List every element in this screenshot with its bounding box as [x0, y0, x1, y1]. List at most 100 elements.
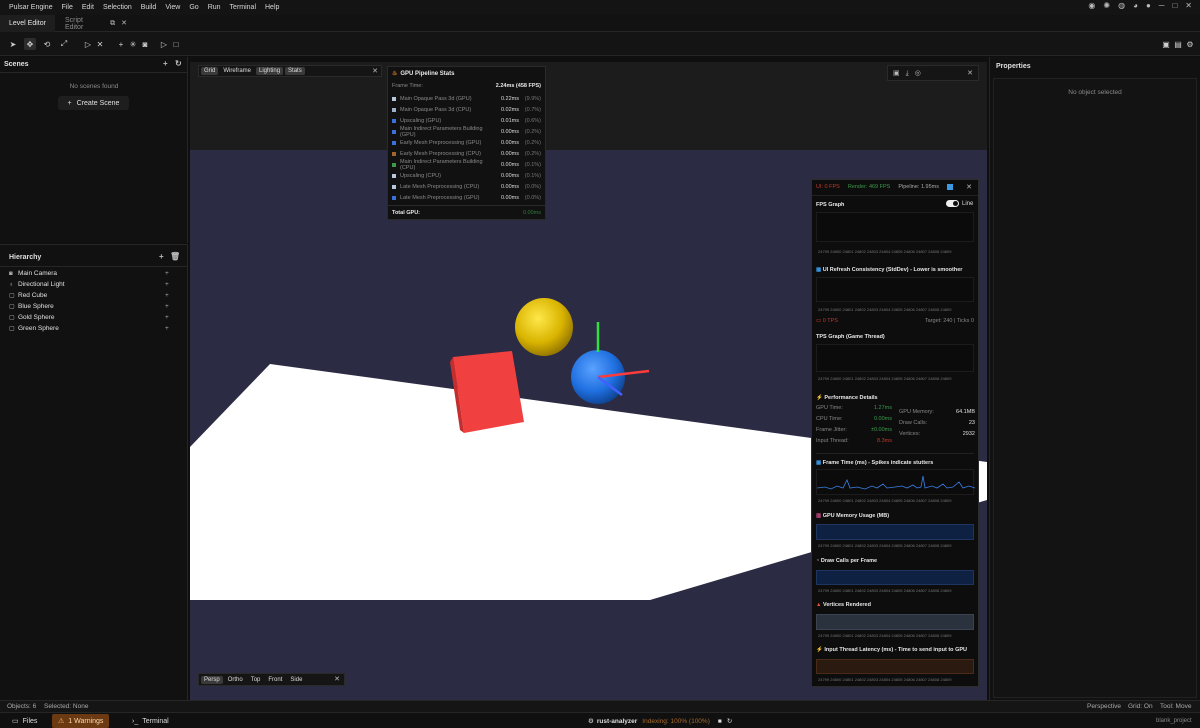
pin-icon[interactable] [947, 184, 954, 190]
scale-icon: ⤢ [60, 39, 68, 48]
add-child-icon[interactable]: + [165, 292, 169, 299]
record-icon[interactable]: ◎ [915, 70, 921, 77]
add-child-icon[interactable]: + [165, 303, 169, 310]
warnings-button[interactable]: ⚠ 1 Warnings [52, 714, 110, 728]
hierarchy-item-red-cube[interactable]: ▢ Red Cube + [9, 290, 169, 301]
refresh-icon[interactable]: ↻ [175, 60, 182, 68]
menu-run[interactable]: Run [208, 4, 221, 11]
add-child-icon[interactable]: + [165, 325, 169, 332]
github-icon[interactable]: ● [1146, 2, 1151, 10]
camera-button[interactable]: ◙ [139, 38, 151, 50]
menu-build[interactable]: Build [141, 4, 157, 11]
discord-icon[interactable]: ◕ [1133, 2, 1138, 10]
menu-selection[interactable]: Selection [103, 4, 132, 11]
folder-button[interactable]: ▤ [1172, 38, 1184, 50]
view-side[interactable]: Side [287, 676, 305, 684]
menu-help[interactable]: Help [265, 4, 279, 11]
toggle-stats[interactable]: Stats [285, 67, 305, 75]
image-icon[interactable]: ▣ [893, 70, 900, 77]
hierarchy-item-directional-light[interactable]: ♁ Directional Light + [9, 279, 169, 290]
menu-file[interactable]: File [62, 4, 73, 11]
settings-button[interactable]: ⚙ [1184, 38, 1196, 50]
delete-icon[interactable]: 🗑 [170, 253, 180, 261]
globe-icon[interactable]: ◍ [1118, 2, 1125, 10]
divider [816, 453, 974, 454]
stat-value: 0.00ms [500, 150, 519, 157]
stat-percent: (0.1%) [524, 161, 541, 168]
add-child-icon[interactable]: + [165, 314, 169, 321]
add-child-icon[interactable]: + [165, 281, 169, 288]
files-button[interactable]: ▭ Files [6, 714, 43, 728]
view-front[interactable]: Front [265, 676, 285, 684]
scale-tool-button[interactable]: ⤢ [58, 38, 70, 50]
toggle-grid[interactable]: Grid [201, 67, 219, 75]
tps-graph-title: TPS Graph (Game Thread) [816, 334, 885, 340]
scenes-header: Scenes + ↻ [0, 57, 187, 71]
add-child-icon[interactable]: + [165, 270, 169, 277]
hierarchy-item-green-sphere[interactable]: ▢ Green Sphere + [9, 323, 169, 334]
close-icon[interactable]: ✕ [966, 184, 972, 191]
hierarchy-item-main-camera[interactable]: ◙ Main Camera + [9, 268, 169, 279]
close-tab-icon[interactable]: ✕ [121, 20, 127, 27]
play-button[interactable]: ▷ [82, 38, 94, 50]
terminal-button[interactable]: ›_ Terminal [126, 714, 175, 728]
menu-view[interactable]: View [165, 4, 180, 11]
close-icon[interactable]: ✕ [967, 70, 973, 77]
run-button[interactable]: ▷ [158, 38, 170, 50]
x-button[interactable]: ✕ [94, 38, 106, 50]
rust-analyzer-status[interactable]: ⚙ rust-analyzer Indexing: 100% (100%) ■ ↻ [582, 714, 738, 728]
popout-icon[interactable]: ⧉ [110, 20, 115, 27]
draw-calls-title: ◔ Draw Calls per Frame [816, 558, 878, 564]
view-persp[interactable]: Persp [201, 675, 223, 684]
select-tool-button[interactable]: ➤ [7, 38, 19, 50]
tab-label: Level Editor [9, 20, 46, 27]
view-ortho[interactable]: Ortho [225, 676, 246, 684]
create-scene-button[interactable]: + Create Scene [58, 96, 129, 110]
gpu-stat-row: Late Mesh Preprocessing (CPU) 0.00ms (0.0%… [392, 181, 541, 192]
save-button[interactable]: ▣ [1160, 38, 1172, 50]
main-toolbar: ➤ ✥ ⟲ ⤢ ▷ ✕ + ✳ ◙ ▷ □ ▣ ▤ ⚙ [0, 32, 1200, 56]
menu-go[interactable]: Go [189, 4, 198, 11]
shield-icon[interactable]: ◉ [1088, 2, 1095, 10]
add-scene-icon[interactable]: + [163, 60, 168, 68]
restart-icon[interactable]: ↻ [727, 717, 732, 725]
minimize-icon[interactable]: ─ [1159, 2, 1165, 10]
gpu-stat-row: Main Opaque Pass 3d (CPU) 0.02ms (0.7%) [392, 104, 541, 115]
tab-level-editor[interactable]: Level Editor [0, 15, 55, 32]
frame-time-axis: 24799 24800 24801 24802 24803 24804 2480… [818, 498, 952, 503]
move-tool-button[interactable]: ✥ [24, 38, 36, 50]
add-object-button[interactable]: + [115, 38, 127, 50]
sun-icon[interactable]: ✺ [1103, 2, 1110, 10]
light-button[interactable]: ✳ [127, 38, 139, 50]
view-top[interactable]: Top [248, 676, 264, 684]
stop-button[interactable]: □ [170, 38, 182, 50]
gpu-stat-row: Late Mesh Preprocessing (GPU) 0.00ms (0.0%… [392, 192, 541, 203]
hierarchy-item-gold-sphere[interactable]: ▢ Gold Sphere + [9, 312, 169, 323]
frame-time-title: ▦ Frame Time (ms) - Spikes indicate stut… [816, 460, 934, 466]
detail-label: Vertices: [899, 431, 921, 437]
close-icon[interactable]: ✕ [334, 676, 340, 683]
stat-percent: (0.7%) [524, 106, 541, 113]
mesh-icon: ▢ [9, 292, 15, 299]
download-icon[interactable]: ⤓ [906, 70, 909, 77]
close-icon[interactable]: ✕ [372, 68, 378, 75]
tps-graph [816, 344, 974, 372]
chart-icon: ▦ [816, 267, 822, 273]
add-entity-icon[interactable]: + [159, 253, 164, 261]
menu-edit[interactable]: Edit [82, 4, 94, 11]
line-toggle-switch[interactable] [946, 200, 959, 207]
tab-script-editor[interactable]: Script Editor ⧉ ✕ [56, 15, 136, 32]
rotate-tool-button[interactable]: ⟲ [41, 38, 53, 50]
maximize-icon[interactable]: □ [1172, 2, 1177, 10]
toggle-wireframe[interactable]: Wireframe [220, 67, 254, 75]
tps-graph-axis: 24799 24800 24801 24802 24803 24804 2480… [818, 376, 952, 381]
stat-percent: (0.0%) [524, 194, 541, 201]
toggle-lighting[interactable]: Lighting [256, 67, 284, 75]
input-latency-title: ⚡ Input Thread Latency (ms) - Time to se… [816, 647, 967, 653]
stop-icon[interactable]: ■ [718, 718, 722, 725]
gpu-stat-row: Upscaling (CPU) 0.00ms (0.1%) [392, 170, 541, 181]
hierarchy-item-blue-sphere[interactable]: ▢ Blue Sphere + [9, 301, 169, 312]
close-window-icon[interactable]: ✕ [1185, 2, 1192, 10]
warning-icon: ⚠ [58, 718, 65, 725]
menu-terminal[interactable]: Terminal [230, 4, 256, 11]
